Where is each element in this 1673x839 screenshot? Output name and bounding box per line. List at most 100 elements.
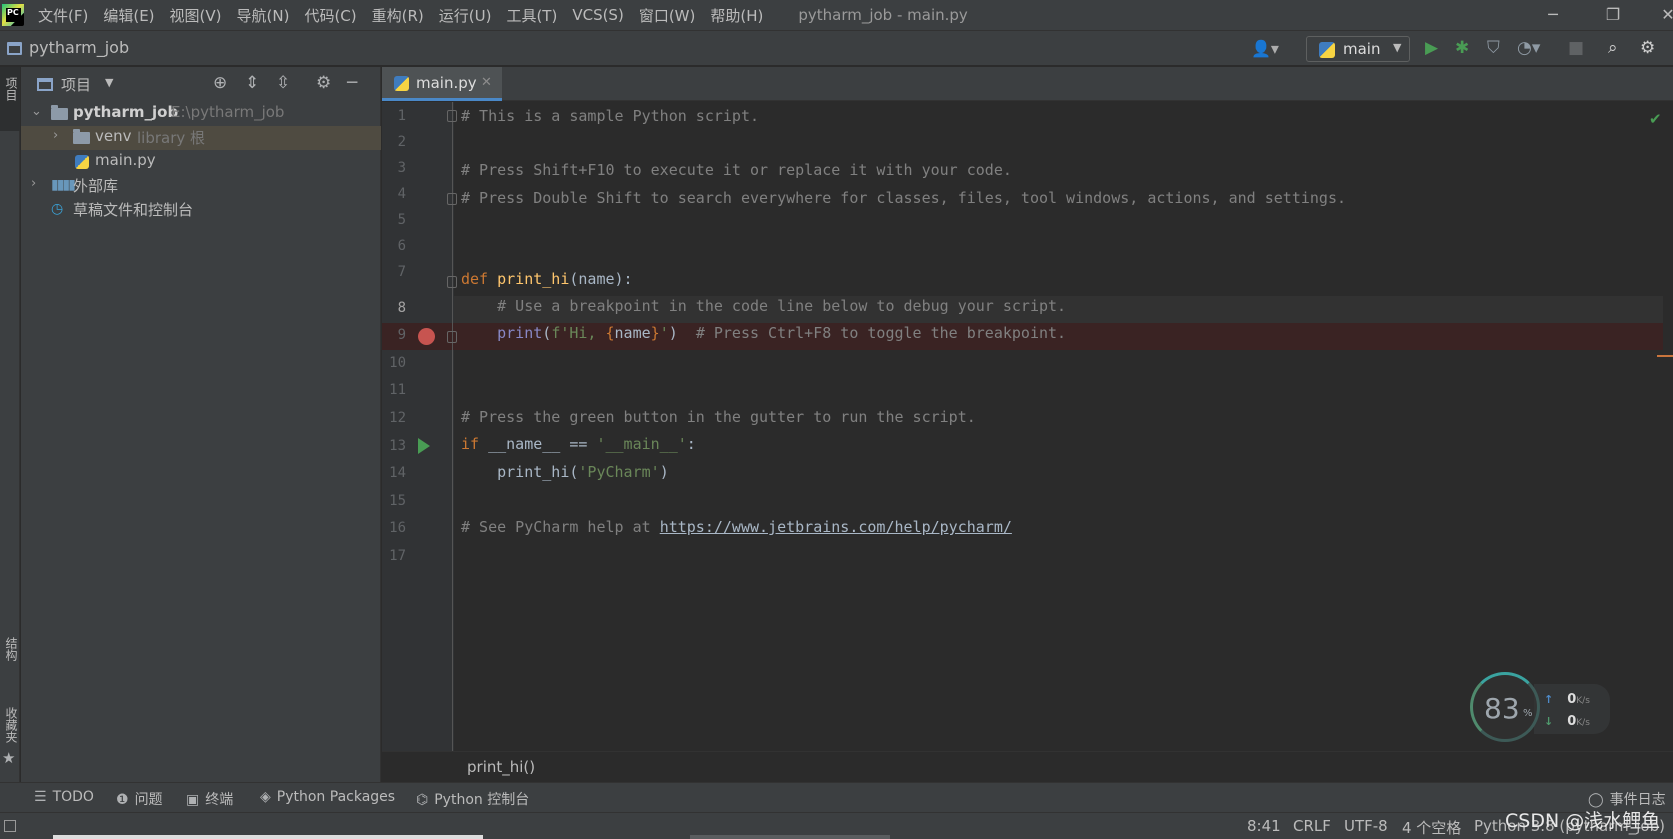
expand-all-icon[interactable]: ⇕ — [245, 73, 259, 93]
tab-main-py[interactable]: main.py ✕ — [382, 67, 502, 101]
fold-marker-icon[interactable] — [447, 331, 457, 343]
fold-marker-icon[interactable] — [447, 110, 457, 122]
menu-bar: 文件(F) 编辑(E) 视图(V) 导航(N) 代码(C) 重构(R) 运行(U… — [0, 0, 1673, 30]
run-config-label: main — [1343, 40, 1381, 58]
menu-edit[interactable]: 编辑(E) — [103, 5, 154, 26]
project-tool-tab[interactable]: 项目 — [0, 67, 20, 131]
python-icon: ⌬ — [416, 792, 429, 808]
menu-view[interactable]: 视图(V) — [170, 5, 222, 26]
tree-item-pytharm-job[interactable]: ⌄ pytharm_job E:\pytharm_job — [21, 102, 381, 126]
inspection-ok-icon[interactable]: ✔ — [1649, 110, 1662, 128]
tree-item-main-py[interactable]: main.py — [21, 150, 381, 174]
stop-icon[interactable]: ■ — [1568, 38, 1584, 58]
help-link[interactable]: https://www.jetbrains.com/help/pycharm/ — [660, 518, 1012, 536]
tree-item-venv[interactable]: › venv library 根 — [21, 126, 381, 150]
menu-refactor[interactable]: 重构(R) — [372, 5, 424, 26]
menu-help[interactable]: 帮助(H) — [710, 5, 763, 26]
keyword: def — [461, 270, 498, 288]
problems-tool-button[interactable]: ❶ 问题 — [116, 789, 163, 809]
chevron-down-icon[interactable]: ⌄ — [31, 104, 42, 119]
menu-code[interactable]: 代码(C) — [304, 5, 356, 26]
tree-item-label: main.py — [95, 151, 156, 169]
line-separator[interactable]: CRLF — [1293, 817, 1331, 835]
fstring-brace: { — [605, 324, 615, 342]
project-breadcrumb[interactable]: pytharm_job — [29, 38, 129, 57]
line-number: 3 — [397, 160, 406, 176]
menu-tools[interactable]: 工具(T) — [506, 5, 557, 26]
search-icon[interactable]: ⌕ — [1608, 38, 1618, 58]
tree-item-path: E:\pytharm_job — [171, 103, 285, 121]
hide-panel-icon[interactable]: ─ — [347, 73, 357, 93]
code-text: == — [560, 435, 597, 453]
left-tool-strip: 项目 结构 收藏夹 ★ — [0, 67, 20, 782]
code-line-14: print_hi('PyCharm') — [461, 463, 669, 481]
comment: # Press Ctrl+F8 to toggle the breakpoint… — [695, 324, 1067, 342]
string: '__main__' — [596, 435, 687, 453]
upload-arrow-icon: ↑ — [1544, 693, 1554, 706]
chevron-right-icon[interactable]: › — [31, 176, 36, 191]
editor-tab-bar: main.py ✕ — [382, 67, 1673, 101]
locate-target-icon[interactable]: ⊕ — [213, 73, 227, 93]
fold-marker-icon[interactable] — [447, 276, 457, 288]
tree-item-label: 草稿文件和控制台 — [73, 201, 194, 219]
line-number: 10 — [389, 355, 406, 371]
minimize-icon[interactable]: ─ — [1525, 0, 1581, 30]
menu-file[interactable]: 文件(F) — [38, 5, 88, 26]
favorites-tool-tab[interactable]: 收藏夹 — [0, 707, 20, 743]
chevron-down-icon[interactable]: ▼ — [105, 76, 113, 89]
string: f'Hi, — [551, 324, 606, 342]
line-number: 14 — [389, 465, 406, 481]
python-packages-tool-button[interactable]: ◈ Python Packages — [260, 789, 395, 805]
breadcrumb[interactable]: print_hi() — [467, 758, 535, 776]
line-number: 13 — [389, 438, 406, 454]
line-number: 4 — [397, 186, 406, 202]
file-encoding[interactable]: UTF-8 — [1344, 817, 1388, 835]
collapse-all-icon[interactable]: ⇳ — [276, 73, 290, 93]
line-number: 1 — [397, 108, 406, 124]
todo-tool-button[interactable]: ☰ TODO — [34, 789, 94, 805]
editor-breadcrumb-bar: print_hi() — [382, 751, 1673, 781]
close-icon[interactable]: ✕ — [1640, 0, 1673, 30]
terminal-tool-button[interactable]: ▣ 终端 — [186, 789, 233, 809]
caret-position[interactable]: 8:41 — [1247, 817, 1281, 835]
restore-icon[interactable]: ❐ — [1585, 0, 1641, 30]
line-number: 17 — [389, 548, 406, 564]
tree-item-hint: library 根 — [137, 129, 206, 147]
run-config-selector[interactable]: main ▼ — [1306, 36, 1410, 62]
debug-icon[interactable]: ✱ — [1455, 38, 1469, 58]
structure-tool-tab[interactable]: 结构 — [0, 637, 20, 661]
settings-gear-icon[interactable]: ⚙ — [1640, 38, 1655, 58]
line-number: 5 — [397, 212, 406, 228]
menu-navigate[interactable]: 导航(N) — [237, 5, 290, 26]
menu-window[interactable]: 窗口(W) — [639, 5, 696, 26]
toggle-tool-windows-icon[interactable] — [4, 820, 16, 832]
comment: # Press Double Shift to search everywher… — [461, 189, 1347, 207]
scrollbar-marker[interactable] — [1657, 355, 1673, 357]
menu-run[interactable]: 运行(U) — [439, 5, 492, 26]
coverage-icon[interactable]: ⛉ — [1487, 38, 1500, 58]
line-number: 16 — [389, 520, 406, 536]
chevron-right-icon[interactable]: › — [53, 128, 58, 143]
string: ' — [659, 324, 669, 342]
breakpoint-icon[interactable] — [418, 328, 435, 345]
run-gutter-icon[interactable] — [418, 438, 430, 454]
panel-settings-gear-icon[interactable]: ⚙ — [316, 73, 331, 93]
star-icon[interactable]: ★ — [2, 749, 15, 767]
python-console-tool-button[interactable]: ⌬ Python 控制台 — [416, 789, 529, 809]
window-title: pytharm_job - main.py — [798, 6, 968, 24]
tool-window-bar: ☰ TODO ❶ 问题 ▣ 终端 ◈ Python Packages ⌬ Python 控… — [0, 782, 1673, 812]
close-tab-icon[interactable]: ✕ — [481, 75, 492, 90]
run-icon[interactable]: ▶ — [1425, 38, 1438, 58]
indent-setting[interactable]: 4 个空格 — [1402, 817, 1461, 838]
code-text: ) — [668, 324, 696, 342]
tree-item-scratches[interactable]: ◷ 草稿文件和控制台 — [21, 198, 381, 222]
profile-icon[interactable]: ◔▾ — [1517, 38, 1540, 58]
code-line-13: if __name__ == '__main__': — [461, 435, 696, 453]
menu-vcs[interactable]: VCS(S) — [572, 6, 623, 24]
tree-item-external-libraries[interactable]: › ▮▮▮▮ 外部库 — [21, 174, 381, 198]
fold-marker-icon[interactable] — [447, 193, 457, 205]
user-account-icon[interactable]: 👤▾ — [1251, 39, 1279, 58]
library-icon: ▮▮▮▮ — [51, 177, 76, 193]
tree-item-label: venv — [95, 127, 132, 145]
project-panel-title[interactable]: 项目 — [61, 74, 91, 95]
